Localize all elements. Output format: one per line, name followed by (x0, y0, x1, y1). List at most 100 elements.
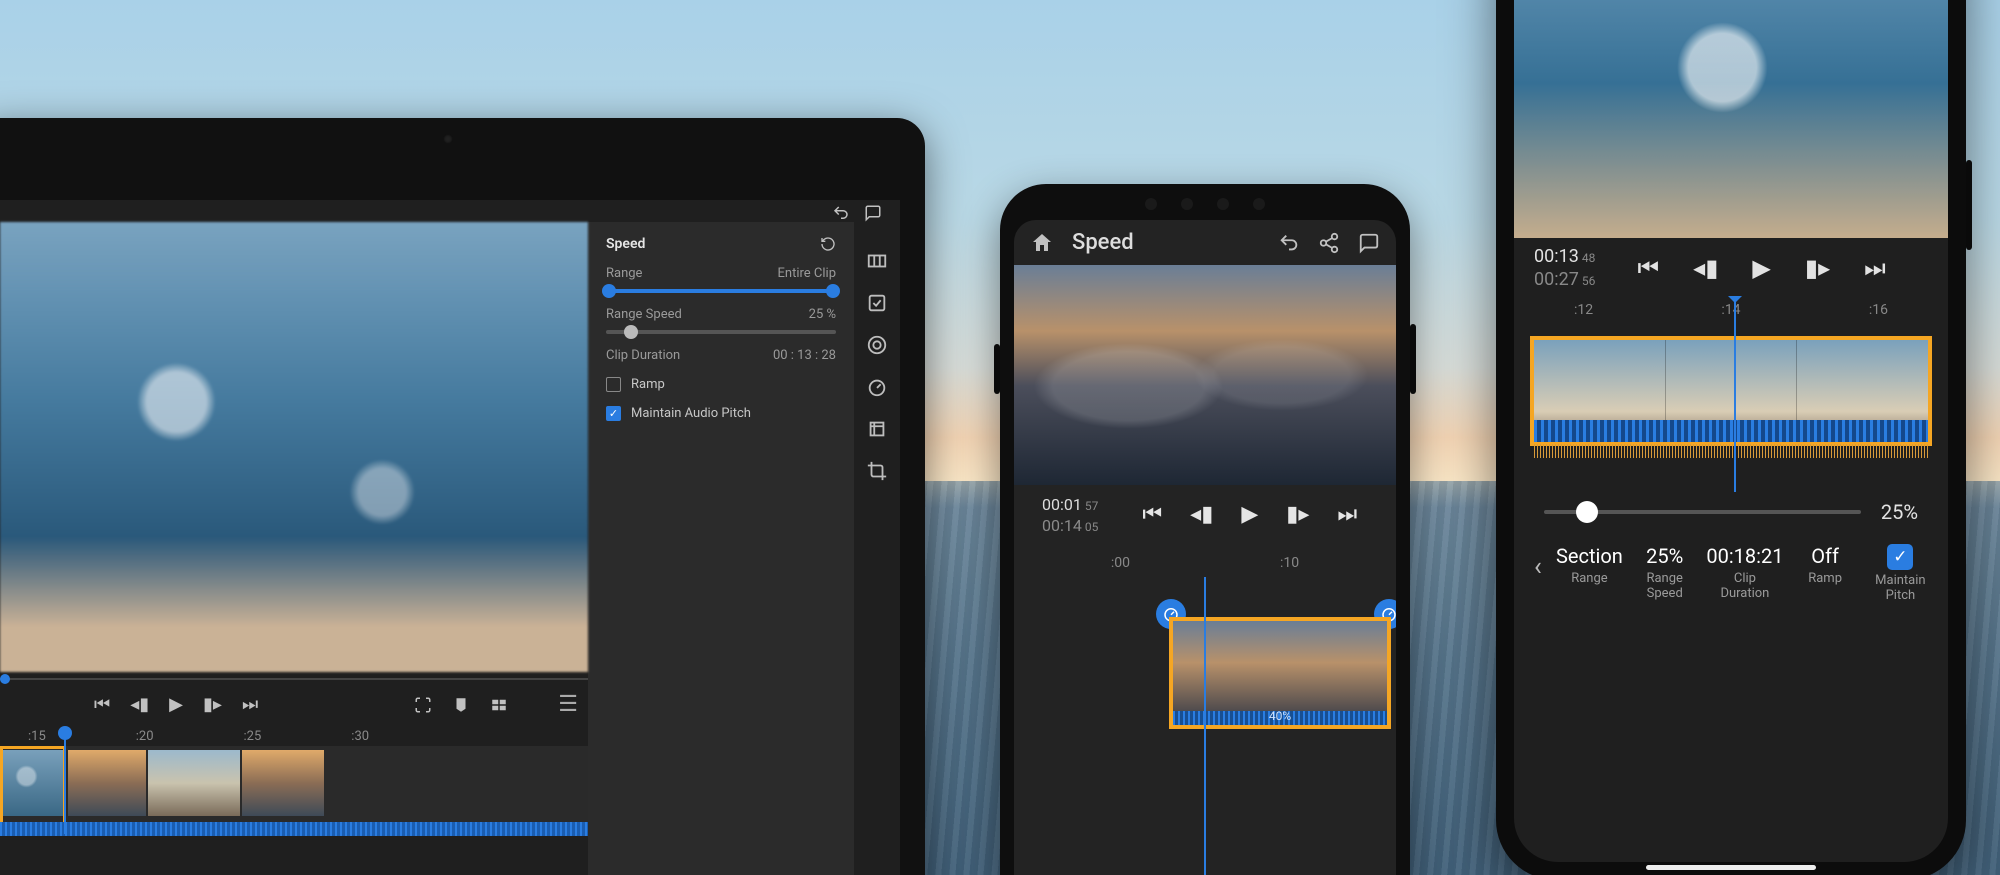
android-app: Speed 00:0157 00:1405 ⏮ ◂▮ ▶ ▮▸ (1014, 220, 1396, 875)
range-value: Entire Clip (778, 266, 836, 281)
grid-view-icon[interactable] (490, 696, 508, 714)
timeline-audio-track[interactable] (0, 822, 588, 836)
desktop-ruler: :15 :20 :25 :30 (0, 723, 588, 746)
iphone-device-frame: 00:1348 00:2756 ⏮ ◂▮ ▶ ▮▸ ⏭ :12 :14 :16 (1496, 0, 1966, 875)
speed-slider[interactable] (1544, 510, 1861, 514)
fullscreen-icon[interactable] (414, 696, 432, 714)
share-icon[interactable] (1318, 232, 1340, 254)
skip-forward-icon[interactable]: ⏭ (1864, 254, 1886, 282)
range-speed-slider[interactable] (606, 330, 836, 334)
home-icon[interactable] (1030, 231, 1054, 255)
desktop-scrubber[interactable] (0, 672, 588, 686)
range-label: Range (606, 266, 642, 281)
ios-timeline-clip[interactable] (1530, 336, 1932, 446)
clip-duration-value[interactable]: 00 : 13 : 28 (773, 348, 836, 363)
ruler-tick: :25 (244, 729, 262, 744)
android-timeline[interactable]: 40% (1014, 577, 1396, 875)
param-ramp[interactable]: Off Ramp (1791, 544, 1858, 587)
color-icon[interactable] (866, 334, 888, 356)
checkbox-icon (606, 377, 621, 392)
tablet-camera (443, 134, 453, 144)
step-forward-icon[interactable]: ▮▸ (1286, 502, 1309, 527)
range-speed-label: Range Speed (606, 307, 682, 322)
step-back-icon[interactable]: ◂▮ (1693, 254, 1718, 282)
timeline-clip[interactable] (0, 750, 66, 816)
ios-params-row: ‹ Section Range 25% Range Speed 00:18:21… (1514, 532, 1948, 620)
param-range[interactable]: Section Range (1556, 544, 1623, 587)
checkbox-icon: ✓ (606, 406, 621, 421)
ruler-tick: :10 (1280, 555, 1299, 571)
transform-icon[interactable] (866, 418, 888, 440)
reset-icon[interactable] (820, 236, 836, 252)
comment-icon[interactable] (1358, 232, 1380, 254)
checkbox-icon: ✓ (1887, 544, 1913, 570)
ios-timecodes: 00:1348 00:2756 (1534, 246, 1595, 290)
ios-speed-slider-row: 25% (1514, 482, 1948, 532)
android-title: Speed (1072, 230, 1134, 255)
tool-column (854, 222, 900, 875)
ruler-tick: :00 (1111, 555, 1130, 571)
speed-percent: 25% (1881, 500, 1918, 524)
undo-icon[interactable] (1278, 232, 1300, 254)
desktop-app: ⏮ ◂▮ ▶ ▮▸ ⏭ ☰ :15 :20 :25 (0, 200, 900, 875)
skip-forward-icon[interactable]: ⏭ (1337, 502, 1357, 527)
panel-title: Speed (606, 236, 645, 252)
step-back-icon[interactable]: ◂▮ (1190, 502, 1213, 527)
skip-forward-icon[interactable]: ⏭ (242, 694, 258, 715)
step-back-icon[interactable]: ◂▮ (130, 694, 149, 715)
timecode-current: 00:01 (1042, 495, 1082, 514)
clip-duration-label: Clip Duration (606, 348, 680, 363)
android-device-frame: Speed 00:0157 00:1405 ⏮ ◂▮ ▶ ▮▸ (1000, 184, 1410, 875)
timeline-menu-icon[interactable]: ☰ (558, 692, 578, 717)
ios-app: 00:1348 00:2756 ⏮ ◂▮ ▶ ▮▸ ⏭ :12 :14 :16 (1514, 0, 1948, 862)
ruler-tick: :16 (1869, 302, 1888, 318)
android-timeline-clip[interactable]: 40% (1169, 617, 1391, 729)
param-clip-duration[interactable]: 00:18:21 Clip Duration (1706, 544, 1783, 602)
play-icon[interactable]: ▶ (1752, 254, 1770, 282)
play-icon[interactable]: ▶ (169, 694, 183, 715)
clip-waveform (1534, 444, 1928, 458)
param-maintain-pitch[interactable]: ✓ Maintain Pitch (1867, 544, 1934, 604)
step-forward-icon[interactable]: ▮▸ (203, 694, 222, 715)
ios-playhead[interactable] (1734, 302, 1736, 492)
param-range-speed[interactable]: 25% Range Speed (1631, 544, 1698, 602)
timeline-clip[interactable] (148, 750, 240, 816)
undo-icon[interactable] (832, 204, 850, 222)
timecode-current-frames: 48 (1582, 251, 1596, 265)
ios-timeline[interactable] (1514, 322, 1948, 482)
timeline-clip[interactable] (242, 750, 324, 816)
timecode-total: 00:14 (1042, 516, 1082, 535)
maintain-pitch-checkbox[interactable]: ✓ Maintain Audio Pitch (606, 406, 836, 421)
back-icon[interactable]: ‹ (1528, 544, 1548, 590)
ramp-checkbox[interactable]: Ramp (606, 377, 836, 392)
play-icon[interactable]: ▶ (1241, 502, 1258, 527)
range-slider[interactable] (606, 289, 836, 293)
android-topbar: Speed (1014, 220, 1396, 265)
ios-transport: ⏮ ◂▮ ▶ ▮▸ ⏭ (1595, 254, 1928, 282)
android-timecodes: 00:0157 00:1405 (1026, 485, 1114, 543)
step-forward-icon[interactable]: ▮▸ (1805, 254, 1830, 282)
comment-icon[interactable] (864, 204, 882, 222)
clip-speed-percent: 40% (1269, 709, 1291, 723)
speed-panel: Speed Range Entire Clip Range Speed 25 % (588, 222, 854, 875)
android-preview-image (1014, 265, 1396, 485)
ruler-tick: :30 (351, 729, 369, 744)
crop-icon[interactable] (866, 460, 888, 482)
timecode-total-frames: 05 (1085, 520, 1099, 534)
marker-icon[interactable] (452, 696, 470, 714)
timeline-playhead[interactable] (64, 734, 66, 834)
ramp-label: Ramp (631, 377, 665, 392)
ruler-tick: :20 (136, 729, 154, 744)
skip-back-icon[interactable]: ⏮ (1638, 254, 1660, 282)
skip-back-icon[interactable]: ⏮ (94, 694, 110, 715)
timecode-total: 00:27 (1534, 269, 1579, 290)
speed-icon[interactable] (866, 376, 888, 398)
desktop-timeline[interactable] (0, 746, 588, 836)
android-playhead[interactable] (1204, 577, 1206, 875)
audio-icon[interactable] (866, 292, 888, 314)
timecode-current: 00:13 (1534, 246, 1579, 267)
desktop-preview-column: ⏮ ◂▮ ▶ ▮▸ ⏭ ☰ :15 :20 :25 (0, 222, 588, 875)
aspect-ratio-icon[interactable] (866, 250, 888, 272)
timeline-clip[interactable] (68, 750, 146, 816)
skip-back-icon[interactable]: ⏮ (1142, 502, 1162, 527)
